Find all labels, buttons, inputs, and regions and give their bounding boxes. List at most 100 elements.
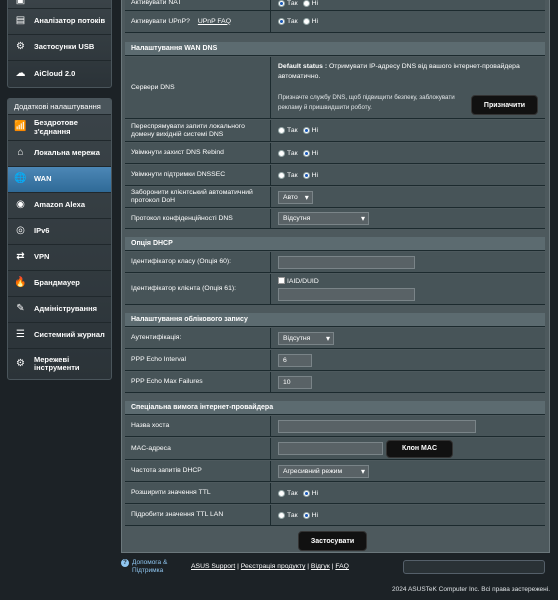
- account-settings-header: Налаштування облікового запису: [125, 313, 545, 327]
- dhcp-frequency-row: Частота запитів DHCP Агресивний режим: [125, 461, 545, 482]
- nat-label: Активувати NAT: [125, 0, 271, 10]
- general-menu: ▣ ▤ Аналізатор потоків ⚙ Застосунки USB …: [7, 0, 112, 88]
- sidebar-item-aicloud[interactable]: ☁ AiCloud 2.0: [8, 61, 111, 87]
- ttl-extend-row: Розширити значення TTL Так Ні: [125, 483, 545, 504]
- sidebar-item-usb-apps[interactable]: ⚙ Застосунки USB: [8, 35, 111, 61]
- dhcp-frequency-select[interactable]: Агресивний режим: [278, 464, 369, 478]
- upnp-yes-radio[interactable]: [278, 18, 285, 25]
- faq-link[interactable]: FAQ: [335, 563, 349, 570]
- upnp-faq-link[interactable]: UPnP FAQ: [198, 18, 231, 26]
- upnp-no-radio[interactable]: [302, 18, 310, 25]
- sidebar-item-alexa[interactable]: ◉ Amazon Alexa: [8, 193, 111, 219]
- clone-mac-button[interactable]: Клон MAC: [386, 439, 453, 458]
- ppp-echo-interval-row: PPP Echo Interval 6: [125, 350, 545, 371]
- help-icon: ?: [121, 559, 129, 567]
- dnssec-row: Увімкнути підтримки DNSSEC Так Ні: [125, 165, 545, 186]
- sidebar-item-lan[interactable]: ⌂ Локальна мережа: [8, 141, 111, 167]
- cloud-icon: ☁: [15, 67, 26, 79]
- box-icon: ▣: [15, 0, 26, 7]
- ppp-echo-interval-input[interactable]: 6: [278, 353, 312, 367]
- wireless-icon: 📶: [14, 121, 27, 133]
- dnssec-label: Увімкнути підтримки DNSSEC: [125, 165, 271, 185]
- ipv6-icon: ◎: [16, 225, 25, 237]
- dns-servers-row: Сервери DNS Default status : Отримувати …: [125, 57, 545, 119]
- dnssec-no-radio[interactable]: [302, 171, 310, 179]
- sidebar-item-top[interactable]: ▣: [8, 0, 111, 9]
- ppp-echo-failures-row: PPP Echo Max Failures 10: [125, 372, 545, 393]
- dhcp-client-label: Ідентифікатор клієнта (Опція 61):: [125, 274, 271, 304]
- ppp-echo-failures-input[interactable]: 10: [278, 375, 312, 389]
- ppp-echo-failures-label: PPP Echo Max Failures: [125, 372, 271, 392]
- hostname-input[interactable]: [278, 419, 476, 433]
- ppp-echo-interval-label: PPP Echo Interval: [125, 350, 271, 370]
- syslog-icon: ☰: [16, 329, 25, 341]
- dns-forward-yes-radio[interactable]: [278, 127, 285, 134]
- footer: ? Допомога & Підтримка ASUS Support | Ре…: [121, 553, 558, 600]
- sidebar-item-traffic-analyzer[interactable]: ▤ Аналізатор потоків: [8, 9, 111, 35]
- sidebar-item-wan[interactable]: 🌐 WAN: [8, 167, 111, 193]
- sidebar-item-ipv6[interactable]: ◎ IPv6: [8, 219, 111, 245]
- dns-assign-hint: Призначте службу DNS, щоб підвищити безп…: [278, 94, 455, 111]
- assign-dns-button[interactable]: Призначити: [471, 95, 538, 115]
- ttl-spoof-label: Підробити значення TTL LAN: [125, 505, 271, 525]
- main-panel: Активувати NAT Так Ні Активувати UPnP? U…: [121, 0, 550, 553]
- sidebar-item-vpn[interactable]: ⇄ VPN: [8, 245, 111, 271]
- network-tools-icon: ⚙: [16, 357, 25, 369]
- asus-support-link[interactable]: ASUS Support: [191, 563, 235, 570]
- mac-address-input[interactable]: [278, 442, 383, 455]
- product-registration-link[interactable]: Реєстрація продукту: [241, 563, 306, 570]
- apply-button[interactable]: Застосувати: [298, 531, 367, 551]
- dns-rebind-row: Увімкнути захист DNS Rebind Так Ні: [125, 143, 545, 164]
- feedback-link[interactable]: Відгук: [311, 563, 330, 570]
- copyright-text: 2024 ASUSTeK Computer Inc. Всі права зас…: [392, 586, 550, 593]
- ttl-extend-no-radio[interactable]: [302, 489, 310, 497]
- analyzer-icon: ▤: [15, 15, 26, 27]
- dns-rebind-no-radio[interactable]: [302, 149, 310, 157]
- nat-no-radio[interactable]: [302, 0, 310, 7]
- vpn-icon: ⇄: [16, 251, 25, 263]
- dns-rebind-yes-radio[interactable]: [278, 149, 285, 157]
- dhcp-client-input[interactable]: [278, 288, 415, 301]
- wan-dns-header: Налаштування WAN DNS: [125, 42, 545, 56]
- advanced-menu: Додаткові налаштування 📶 Бездротове з'єд…: [7, 98, 112, 380]
- mac-address-row: MAC-адреса Клон MAC: [125, 438, 545, 460]
- sidebar-item-syslog[interactable]: ☰ Системний журнал: [8, 323, 111, 349]
- sidebar-item-firewall[interactable]: 🔥 Брандмауер: [8, 271, 111, 297]
- hostname-row: Назва хоста: [125, 416, 545, 437]
- globe-icon: 🌐: [14, 173, 27, 185]
- ttl-extend-yes-radio[interactable]: [278, 489, 285, 497]
- mac-address-label: MAC-адреса: [125, 438, 271, 459]
- dhcp-option-header: Опція DHCP: [125, 237, 545, 251]
- sidebar-item-network-tools[interactable]: ⚙ Мережеві інструменти: [8, 349, 111, 379]
- sidebar-item-administration[interactable]: ✎ Адміністрування: [8, 297, 111, 323]
- dns-privacy-label: Протокол конфіденційності DNS: [125, 209, 271, 228]
- nat-yes-radio[interactable]: [278, 0, 285, 7]
- dns-forward-row: Переспрямувати запити локального домену …: [125, 120, 545, 142]
- dnssec-yes-radio[interactable]: [278, 171, 285, 179]
- dns-default-status: Default status : Отримувати IP-адресу DN…: [278, 63, 520, 80]
- dhcp-class-input[interactable]: [278, 255, 415, 269]
- auth-row: Аутентифікація: Відсутня: [125, 328, 545, 349]
- dns-privacy-select[interactable]: Відсутня: [278, 212, 369, 225]
- ttl-extend-label: Розширити значення TTL: [125, 483, 271, 503]
- ttl-spoof-yes-radio[interactable]: [278, 511, 285, 519]
- nat-row: Активувати NAT Так Ні: [125, 0, 545, 11]
- dns-servers-label: Сервери DNS: [125, 57, 271, 118]
- sidebar-item-wireless[interactable]: 📶 Бездротове з'єднання: [8, 115, 111, 141]
- ttl-spoof-no-radio[interactable]: [302, 511, 310, 519]
- alexa-icon: ◉: [16, 199, 25, 211]
- dhcp-client-row: Ідентифікатор клієнта (Опція 61): IAID/D…: [125, 274, 545, 305]
- dns-forward-no-radio[interactable]: [302, 127, 310, 134]
- dns-privacy-row: Протокол конфіденційності DNS Відсутня: [125, 209, 545, 229]
- admin-icon: ✎: [16, 303, 25, 315]
- lan-icon: ⌂: [17, 147, 24, 159]
- help-support-link[interactable]: ? Допомога & Підтримка: [121, 559, 182, 575]
- dns-forward-label: Переспрямувати запити локального домену …: [125, 120, 271, 141]
- doh-select[interactable]: Авто: [278, 190, 313, 204]
- dns-rebind-label: Увімкнути захист DNS Rebind: [125, 143, 271, 163]
- dhcp-class-row: Ідентифікатор класу (Опція 60):: [125, 252, 545, 273]
- iaid-duid-checkbox[interactable]: [278, 277, 285, 284]
- search-input[interactable]: [403, 560, 545, 574]
- auth-select[interactable]: Відсутня: [278, 331, 334, 345]
- auth-label: Аутентифікація:: [125, 328, 271, 348]
